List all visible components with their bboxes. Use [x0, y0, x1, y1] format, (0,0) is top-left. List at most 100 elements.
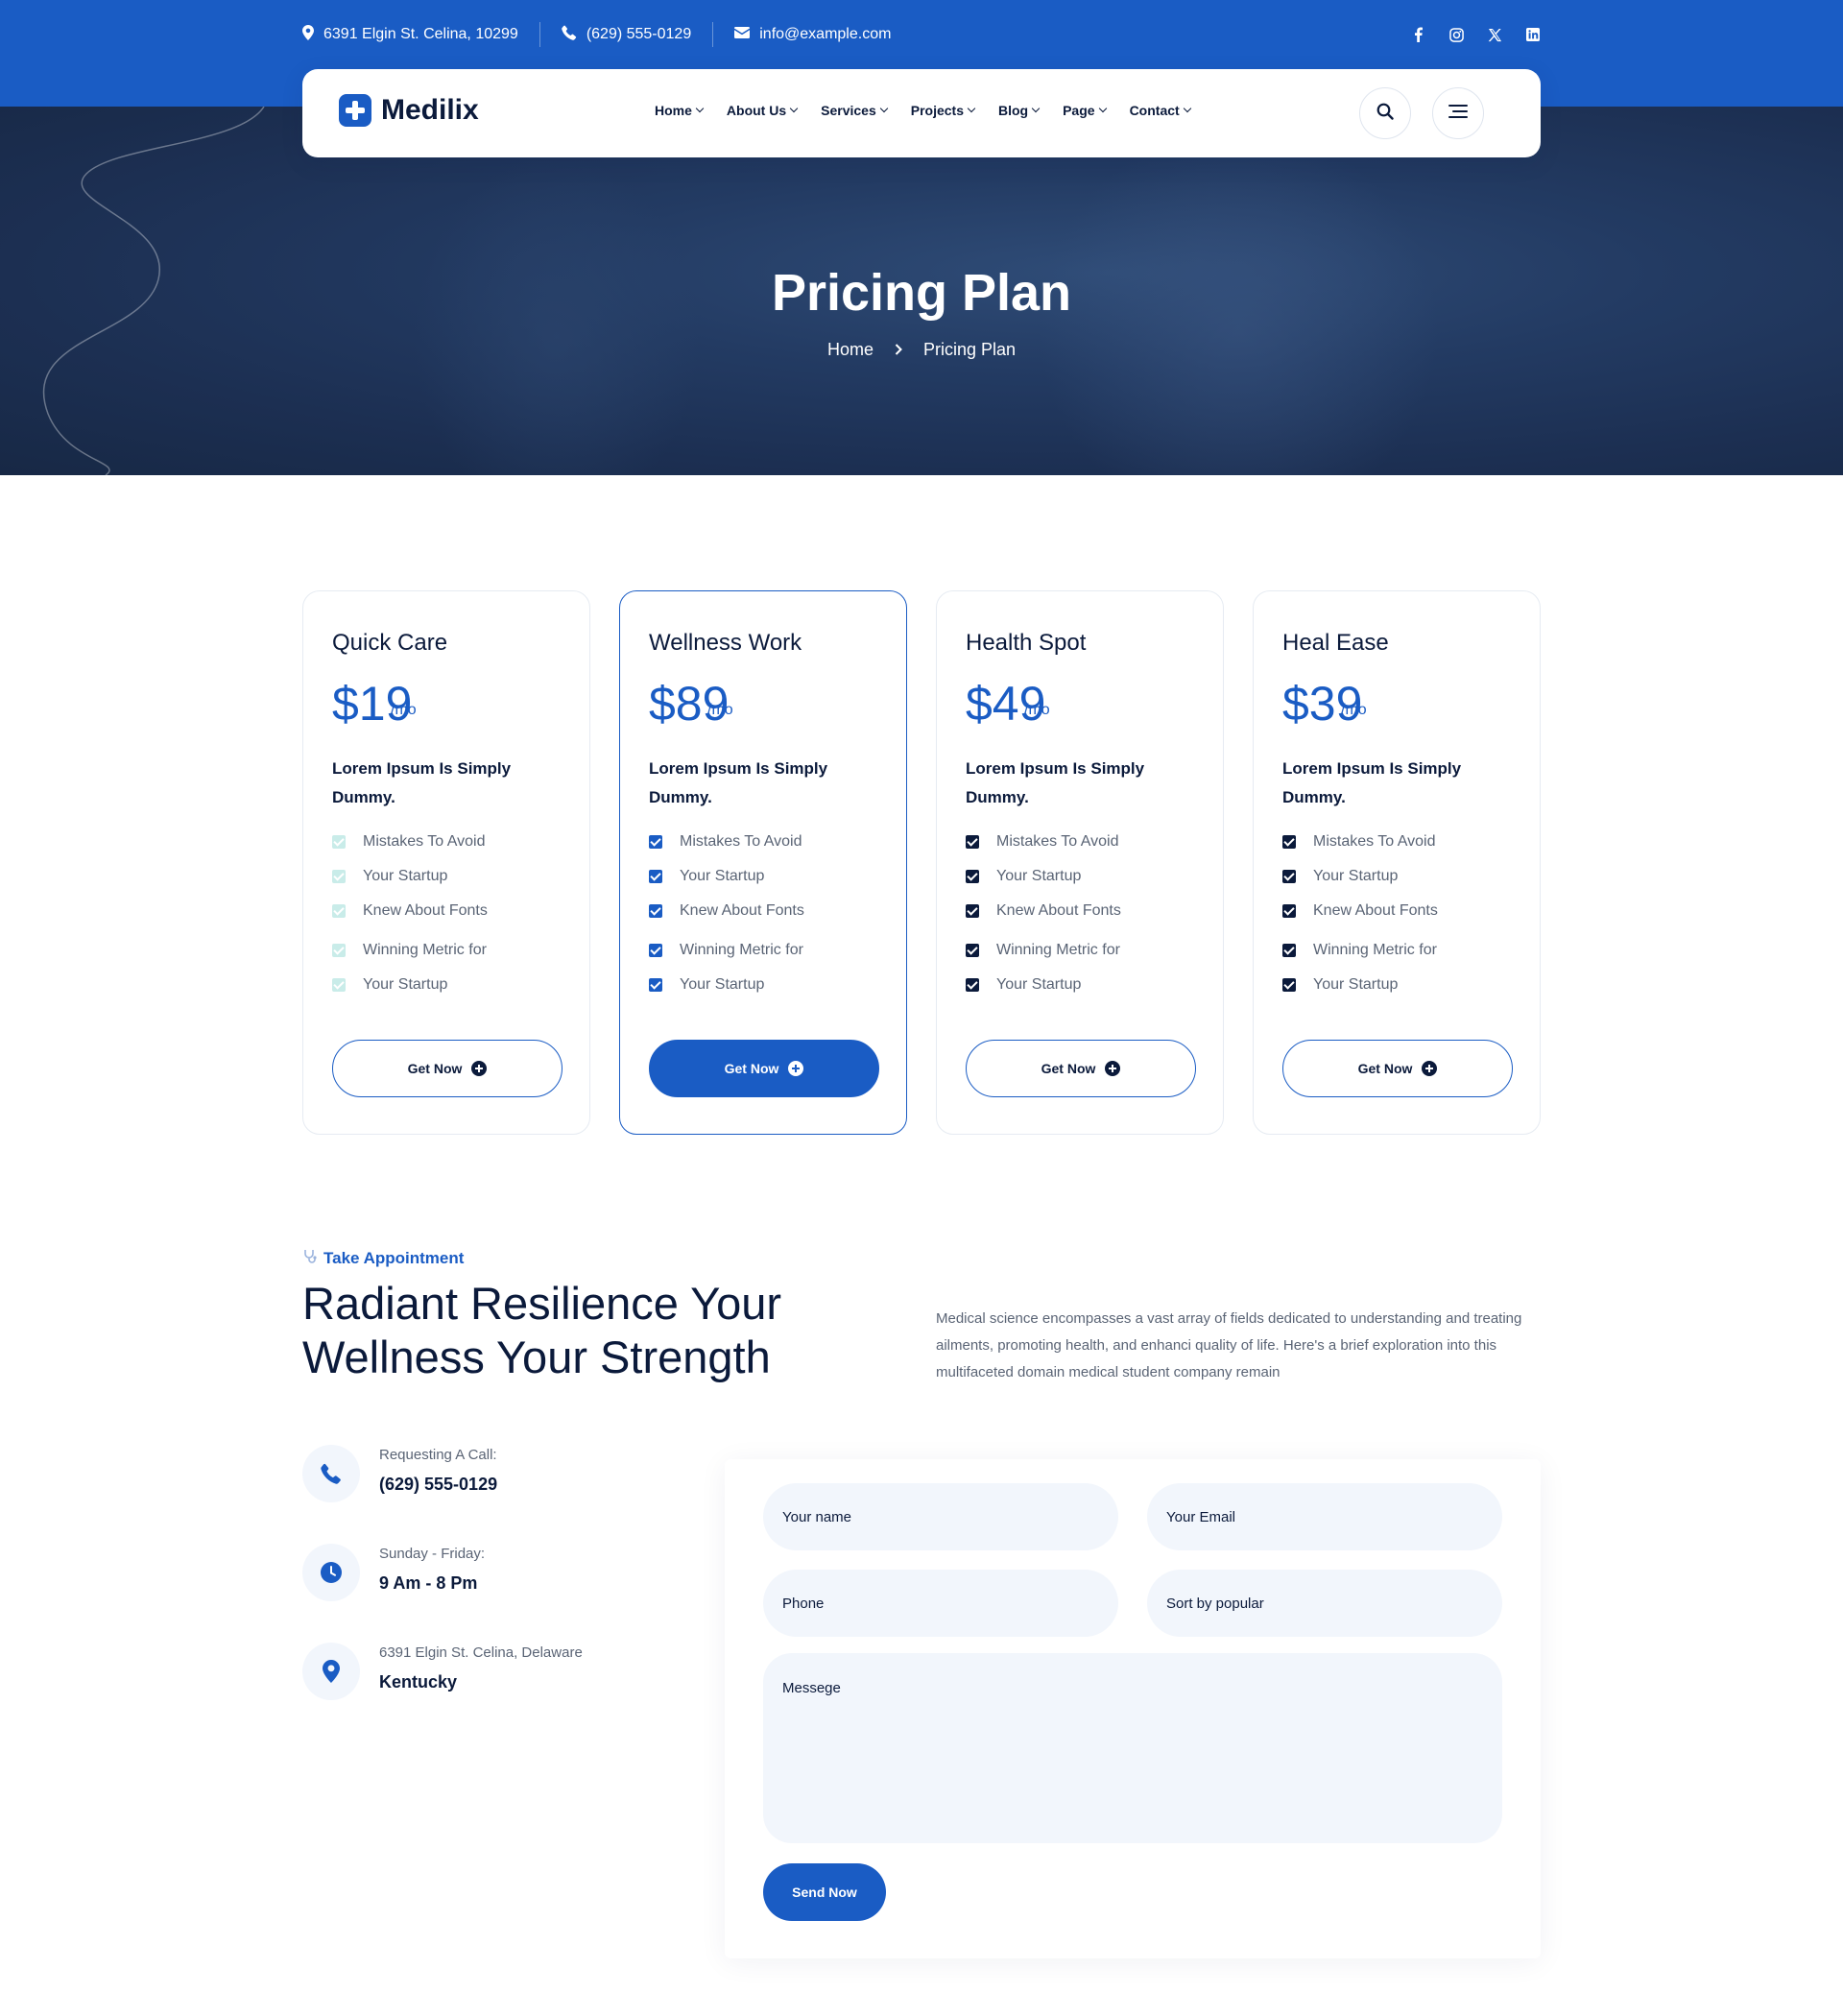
- instagram-icon[interactable]: [1448, 27, 1464, 42]
- feature-item: Your Startup: [332, 868, 447, 885]
- nav-menu: Home About Us Services Projects Blog Pag…: [655, 103, 1191, 118]
- nav-item-about-us[interactable]: About Us: [727, 103, 799, 118]
- get-now-button[interactable]: Get Now: [1282, 1040, 1513, 1097]
- section-description: Medical science encompasses a vast array…: [936, 1310, 1522, 1380]
- select-value: Sort by popular: [1166, 1595, 1264, 1612]
- info-value: Kentucky: [379, 1672, 458, 1692]
- nav-item-services[interactable]: Services: [821, 103, 888, 118]
- plan-title: Quick Care: [332, 630, 448, 656]
- search-button[interactable]: [1359, 87, 1411, 139]
- feature-label: Winning Metric for: [363, 942, 487, 958]
- feature-item: Winning Metric for: [332, 942, 487, 959]
- contact-info-call: Requesting A Call: (629) 555-0129: [302, 1445, 497, 1502]
- feature-item: Your Startup: [649, 976, 764, 994]
- feature-label: Winning Metric for: [996, 942, 1120, 958]
- topbar-email[interactable]: info@example.com: [734, 26, 891, 43]
- feature-item: Your Startup: [332, 976, 447, 994]
- field-placeholder: Messege: [782, 1680, 841, 1696]
- feature-label: Mistakes To Avoid: [363, 833, 486, 850]
- plan-subtitle: Lorem Ipsum Is Simply Dummy.: [649, 759, 828, 806]
- envelope-icon: [734, 26, 751, 43]
- feature-label: Your Startup: [363, 868, 448, 884]
- plan-period: /mo: [707, 702, 733, 718]
- checkbox-icon: [966, 835, 979, 849]
- checkbox-icon: [966, 904, 979, 918]
- nav-item-page[interactable]: Page: [1063, 103, 1107, 118]
- nav-item-label: Page: [1063, 103, 1095, 118]
- pricing-card-heal-ease: Heal Ease $39 /mo Lorem Ipsum Is Simply …: [1253, 590, 1541, 1135]
- feature-item: Your Startup: [649, 868, 764, 885]
- plan-subtitle: Lorem Ipsum Is Simply Dummy.: [332, 759, 512, 806]
- topbar-address-text: 6391 Elgin St. Celina, 10299: [323, 26, 518, 42]
- topbar-phone-text: (629) 555-0129: [586, 26, 692, 42]
- field-placeholder: Phone: [782, 1595, 825, 1612]
- plus-circle-icon: [1105, 1061, 1121, 1076]
- plan-period: /mo: [391, 702, 417, 718]
- phone-field[interactable]: Phone: [763, 1570, 1118, 1637]
- checkbox-icon: [1282, 870, 1296, 883]
- menu-button[interactable]: [1432, 87, 1484, 139]
- topbar-address: 6391 Elgin St. Celina, 10299: [302, 24, 518, 45]
- kicker-text: Take Appointment: [323, 1248, 465, 1267]
- button-label: Get Now: [1041, 1061, 1096, 1076]
- section-title: Radiant Resilience Your Wellness Your St…: [302, 1278, 782, 1382]
- feature-item: Mistakes To Avoid: [332, 833, 485, 851]
- chevron-down-icon: [1098, 104, 1107, 113]
- email-field[interactable]: Your Email: [1147, 1483, 1502, 1550]
- get-now-button[interactable]: Get Now: [966, 1040, 1196, 1097]
- nav-item-contact[interactable]: Contact: [1130, 103, 1191, 118]
- page-title: Pricing Plan: [771, 264, 1072, 322]
- sort-select[interactable]: Sort by popular: [1147, 1570, 1502, 1637]
- feature-item: Knew About Fonts: [649, 902, 804, 920]
- name-field[interactable]: Your name: [763, 1483, 1118, 1550]
- breadcrumb-home[interactable]: Home: [827, 340, 874, 360]
- plan-subtitle: Lorem Ipsum Is Simply Dummy.: [1282, 759, 1462, 806]
- nav-item-projects[interactable]: Projects: [910, 103, 976, 118]
- social-links: [1410, 27, 1541, 42]
- nav-item-label: Services: [821, 103, 876, 118]
- message-textarea[interactable]: Messege: [763, 1653, 1502, 1843]
- feature-label: Winning Metric for: [1313, 942, 1437, 958]
- chevron-down-icon: [1183, 104, 1191, 113]
- feature-item: Mistakes To Avoid: [1282, 833, 1435, 851]
- breadcrumb-current: Pricing Plan: [922, 340, 1017, 359]
- feature-label: Your Startup: [363, 976, 448, 993]
- checkbox-icon: [966, 944, 979, 957]
- info-label: Sunday - Friday:: [379, 1546, 486, 1562]
- field-placeholder: Your Email: [1166, 1508, 1235, 1525]
- feature-label: Your Startup: [1313, 868, 1399, 884]
- nav-item-label: Projects: [910, 103, 964, 118]
- hamburger-menu-icon: [1448, 104, 1468, 123]
- chevron-down-icon: [967, 104, 976, 113]
- info-value[interactable]: (629) 555-0129: [379, 1475, 497, 1495]
- feature-item: Winning Metric for: [966, 942, 1120, 959]
- facebook-icon[interactable]: [1410, 27, 1425, 42]
- main-navbar: Medilix Home About Us Services Projects …: [302, 69, 1541, 157]
- checkbox-icon: [1282, 835, 1296, 849]
- feature-label: Your Startup: [680, 868, 765, 884]
- logo[interactable]: Medilix: [339, 94, 479, 127]
- info-value: 9 Am - 8 Pm: [379, 1573, 478, 1593]
- breadcrumb: Home Pricing Plan: [0, 340, 1843, 360]
- topbar-phone[interactable]: (629) 555-0129: [562, 25, 691, 45]
- feature-item: Your Startup: [1282, 976, 1398, 994]
- checkbox-icon: [1282, 904, 1296, 918]
- feature-item: Winning Metric for: [649, 942, 803, 959]
- checkbox-icon: [332, 904, 346, 918]
- linkedin-icon[interactable]: [1525, 27, 1541, 42]
- x-icon[interactable]: [1487, 27, 1502, 42]
- feature-item: Knew About Fonts: [332, 902, 488, 920]
- nav-item-blog[interactable]: Blog: [998, 103, 1041, 118]
- info-label: 6391 Elgin St. Celina, Delaware: [379, 1644, 583, 1661]
- divider: [712, 22, 714, 47]
- send-now-button[interactable]: Send Now: [763, 1863, 886, 1921]
- feature-label: Knew About Fonts: [680, 902, 804, 919]
- plan-period: /mo: [1341, 702, 1367, 718]
- hero-banner: Pricing Plan Home Pricing Plan: [0, 107, 1843, 475]
- get-now-button[interactable]: Get Now: [649, 1040, 879, 1097]
- nav-item-home[interactable]: Home: [655, 103, 705, 118]
- chevron-down-icon: [789, 104, 799, 113]
- checkbox-icon: [332, 835, 346, 849]
- checkbox-icon: [966, 870, 979, 883]
- get-now-button[interactable]: Get Now: [332, 1040, 562, 1097]
